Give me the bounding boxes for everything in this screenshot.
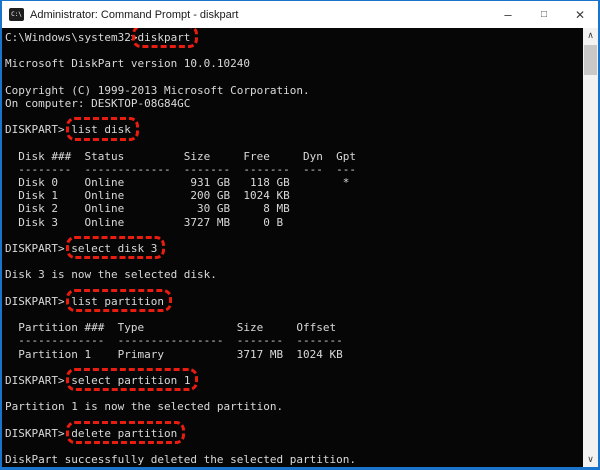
console-output[interactable]: C:\Windows\system32>diskpart Microsoft D… xyxy=(2,28,583,467)
close-button[interactable]: ✕ xyxy=(562,1,598,28)
command-prompt-window: C:\ Administrator: Command Prompt - disk… xyxy=(0,0,600,470)
annotated-command-select-partition: select partition 1 xyxy=(66,367,199,392)
console-line: Partition 1 is now the selected partitio… xyxy=(5,400,284,414)
cmd-icon[interactable]: C:\ xyxy=(9,8,24,21)
annotated-command-diskpart: diskpart xyxy=(132,28,199,49)
disk-table-row: Disk 2 Online 30 GB 8 MB xyxy=(5,202,290,216)
console-line: Disk 3 is now the selected disk. xyxy=(5,268,217,282)
prompt-text: DISKPART> xyxy=(5,242,72,255)
console-command-line: DISKPART> list disk xyxy=(5,117,583,141)
partition-table-row: Partition 1 Primary 3717 MB 1024 KB xyxy=(5,347,343,361)
window-body: C:\Windows\system32>diskpart Microsoft D… xyxy=(2,28,598,467)
partition-table-divider: ------------- ---------------- ------- -… xyxy=(5,334,343,348)
vertical-scrollbar[interactable]: ∧ ∨ xyxy=(583,28,598,467)
title-bar[interactable]: C:\ Administrator: Command Prompt - disk… xyxy=(2,1,598,28)
disk-table-row: Disk 3 Online 3727 MB 0 B xyxy=(5,215,284,229)
scroll-up-icon[interactable]: ∧ xyxy=(583,28,598,43)
console-line: Microsoft DiskPart version 10.0.10240 xyxy=(5,57,251,71)
console-line: On computer: DESKTOP-08G84GC xyxy=(5,96,191,110)
prompt-text: DISKPART> xyxy=(5,294,72,308)
scrollbar-thumb[interactable] xyxy=(584,45,597,75)
minimize-button[interactable]: – xyxy=(490,1,526,28)
prompt-text: DISKPART> xyxy=(5,426,72,440)
disk-table-header: Disk ### Status Size Free Dyn Gpt xyxy=(5,149,356,163)
console-line: DiskPart successfully deleted the select… xyxy=(5,453,356,466)
disk-table-divider: -------- ------------- ------- ------- -… xyxy=(5,162,356,176)
prompt-text: DISKPART> xyxy=(5,373,72,387)
console-command-line: DISKPART> select disk 3 xyxy=(5,235,583,260)
console-command-line: DISKPART> list partition xyxy=(5,288,583,313)
window-title: Administrator: Command Prompt - diskpart xyxy=(30,8,239,21)
console-command-line: DISKPART> delete partition xyxy=(5,420,583,445)
console-command-line: C:\Windows\system32>diskpart xyxy=(5,28,583,49)
annotated-command-list-partition: list partition xyxy=(66,288,172,313)
prompt-text: C:\Windows\system32> xyxy=(5,31,138,44)
disk-table-row: Disk 1 Online 200 GB 1024 KB xyxy=(5,189,290,203)
prompt-text: DISKPART> xyxy=(5,123,72,137)
scroll-down-icon[interactable]: ∨ xyxy=(583,452,598,467)
annotated-command-list-disk: list disk xyxy=(66,117,139,141)
partition-table-header: Partition ### Type Size Offset xyxy=(5,321,337,335)
window-controls: – □ ✕ xyxy=(490,1,598,28)
maximize-button[interactable]: □ xyxy=(526,1,562,28)
console-command-line: DISKPART> select partition 1 xyxy=(5,367,583,392)
disk-table-row: Disk 0 Online 931 GB 118 GB * xyxy=(5,176,350,190)
console-line: Copyright (C) 1999-2013 Microsoft Corpor… xyxy=(5,83,310,97)
annotated-command-delete-partition: delete partition xyxy=(66,420,186,445)
annotated-command-select-disk: select disk 3 xyxy=(66,235,166,260)
